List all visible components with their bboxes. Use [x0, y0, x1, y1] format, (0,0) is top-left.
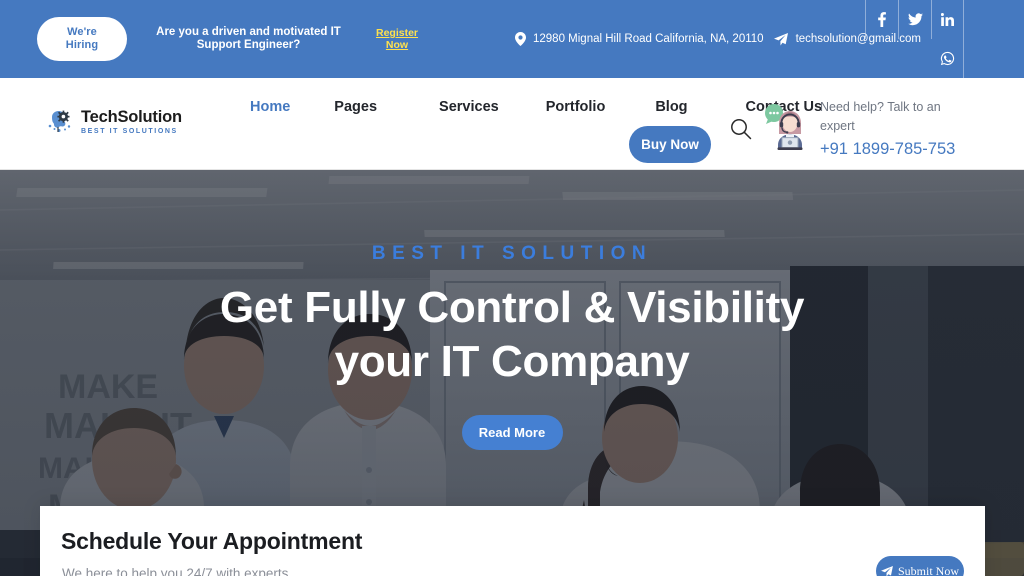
page-root: We're Hiring Are you a driven and motiva…	[0, 0, 1024, 576]
support-help-block: Need help? Talk to an expert +91 1899-78…	[820, 98, 980, 160]
appointment-subtitle: We here to help you 24/7 with experts	[62, 566, 289, 576]
social-row-primary	[865, 0, 964, 39]
hero-kicker: BEST IT SOLUTION	[371, 243, 653, 264]
logo-text: TechSolution BEST IT SOLUTIONS	[81, 109, 182, 137]
hero-title-line1: Get Fully Control & Visibility	[219, 283, 805, 332]
social-links-container	[854, 0, 1024, 78]
facebook-icon[interactable]	[865, 0, 898, 39]
nav-item-blog[interactable]: Blog	[655, 99, 687, 115]
search-icon[interactable]	[730, 118, 752, 140]
hiring-badge-line1: We're	[67, 26, 97, 38]
appointment-title: Schedule Your Appointment	[61, 528, 363, 554]
address-text: 12980 Mignal Hill Road California, NA, 2…	[533, 33, 764, 45]
nav-item-home[interactable]: Home	[250, 99, 290, 115]
support-agent-icon	[762, 101, 814, 153]
nav-item-pages[interactable]: Pages	[334, 99, 377, 115]
hero-title: Get Fully Control & Visibility your IT C…	[0, 281, 1024, 389]
register-now-link[interactable]: Register Now	[374, 27, 420, 51]
hiring-message: Are you a driven and motivated IT Suppor…	[156, 26, 341, 51]
whatsapp-icon[interactable]	[931, 39, 964, 78]
linkedin-icon[interactable]	[931, 0, 964, 39]
location-pin-icon	[515, 32, 526, 46]
twitter-icon[interactable]	[898, 0, 931, 39]
nav-item-services[interactable]: Services	[439, 99, 499, 115]
logo-tagline: BEST IT SOLUTIONS	[81, 128, 178, 135]
support-phone-number[interactable]: +91 1899-785-753	[820, 138, 980, 160]
help-text-line2: expert	[820, 119, 855, 133]
hiring-badge-line2: Hiring	[65, 39, 99, 51]
help-text-line1: Need help? Talk to an	[820, 100, 941, 114]
appointment-card: Schedule Your Appointment We here to hel…	[40, 506, 985, 576]
hero-content: BEST IT SOLUTION Get Fully Control & Vis…	[0, 170, 1024, 450]
were-hiring-badge[interactable]: We're Hiring	[37, 17, 127, 61]
nav-item-portfolio[interactable]: Portfolio	[546, 99, 606, 115]
submit-now-button[interactable]: Submit Now	[876, 556, 964, 576]
paper-plane-icon	[881, 565, 893, 576]
register-line2: Now	[385, 39, 409, 51]
buy-now-button[interactable]: Buy Now	[629, 126, 711, 163]
social-row-secondary	[931, 39, 964, 78]
paper-plane-icon	[773, 32, 788, 46]
main-navbar: TechSolution BEST IT SOLUTIONS Home Page…	[0, 78, 1024, 170]
top-utility-bar: We're Hiring Are you a driven and motiva…	[0, 0, 1024, 78]
register-line1: Register	[375, 27, 418, 39]
hero-title-line2: your IT Company	[334, 337, 690, 386]
submit-now-label: Submit Now	[897, 563, 959, 576]
nav-menu: Home Pages Services Portfolio Blog Conta…	[250, 99, 822, 115]
brain-gear-logo-icon	[45, 108, 75, 138]
read-more-button[interactable]: Read More	[461, 415, 563, 450]
logo-title: TechSolution	[81, 108, 182, 126]
site-logo[interactable]: TechSolution BEST IT SOLUTIONS	[45, 108, 182, 138]
